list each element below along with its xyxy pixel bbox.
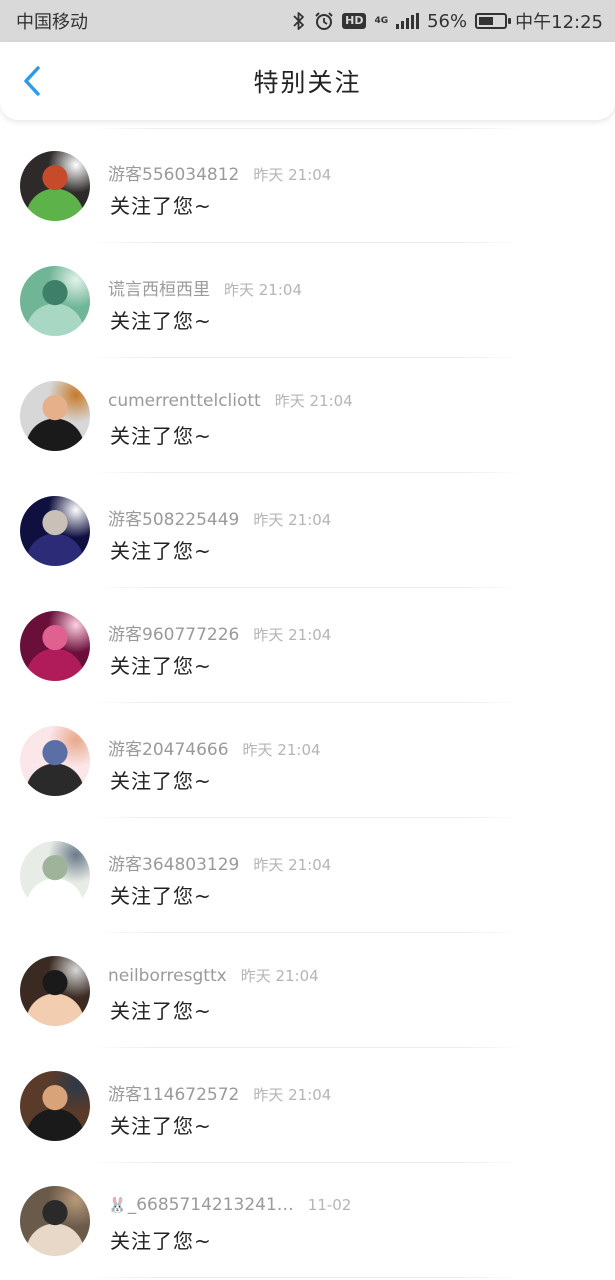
item-meta: 游客20474666 昨天 21:04	[108, 735, 321, 760]
username: 游客508225449	[108, 505, 239, 530]
message-text: 关注了您~	[110, 424, 212, 448]
battery-level-fill	[479, 17, 493, 25]
avatar[interactable]	[20, 1186, 90, 1256]
list-item[interactable]: 游客508225449 昨天 21:04 关注了您~	[0, 473, 615, 588]
username-text: 游客20474666	[108, 740, 229, 760]
status-icons: HD 4G 56% 中午12:25	[292, 8, 603, 34]
back-button[interactable]	[18, 66, 48, 96]
item-meta: 游客508225449 昨天 21:04	[108, 505, 331, 530]
avatar[interactable]	[20, 1071, 90, 1141]
chevron-left-icon	[24, 66, 40, 96]
avatar[interactable]	[20, 611, 90, 681]
list-item[interactable]: 游客960777226 昨天 21:04 关注了您~	[0, 588, 615, 703]
username-text: cumerrenttelcliott	[108, 391, 261, 411]
item-meta: neilborresgttx 昨天 21:04	[108, 965, 319, 986]
username: 游客20474666	[108, 735, 229, 760]
message-text: 关注了您~	[110, 999, 212, 1023]
timestamp: 昨天 21:04	[224, 281, 302, 299]
timestamp: 昨天 21:04	[253, 626, 332, 644]
follower-list: 游客556034812 昨天 21:04 关注了您~ 谎言西桓西里 昨天 21:04 关注…	[0, 128, 615, 1278]
list-item[interactable]: cumerrenttelcliott 昨天 21:04 关注了您~	[0, 358, 615, 473]
username-text: 游客508225449	[108, 510, 240, 530]
list-item[interactable]: 游客20474666 昨天 21:04 关注了您~	[0, 703, 615, 818]
bluetooth-icon	[292, 11, 306, 31]
item-meta: 游客960777226 昨天 21:04	[108, 620, 331, 645]
username-text: 游客556034812	[108, 165, 240, 185]
timestamp: 昨天 21:04	[242, 741, 321, 759]
avatar[interactable]	[20, 841, 90, 911]
username: 谎言西桓西里	[108, 275, 210, 300]
username: neilborresgttx	[108, 966, 227, 986]
network-type-label: 4G	[374, 15, 389, 26]
item-meta: 谎言西桓西里 昨天 21:04	[108, 275, 302, 300]
timestamp: 昨天 21:04	[253, 1086, 332, 1104]
username-text: 游客364803129	[108, 855, 240, 875]
hd-badge: HD	[342, 13, 367, 29]
item-meta: 游客364803129 昨天 21:04	[108, 850, 331, 875]
avatar[interactable]	[20, 151, 90, 221]
username-text: 谎言西桓西里	[108, 280, 210, 300]
list-item[interactable]: 游客114672572 昨天 21:04 关注了您~	[0, 1048, 615, 1163]
username: 游客960777226	[108, 620, 239, 645]
status-bar: 中国移动 HD 4G 56% 中午12:25	[0, 0, 615, 42]
username-text: neilborresgttx	[108, 966, 227, 986]
alarm-clock-icon	[314, 11, 334, 31]
timestamp: 昨天 21:04	[253, 511, 332, 529]
rabbit-emoji-icon: 🐰	[108, 1196, 127, 1214]
message-text: 关注了您~	[110, 1229, 212, 1253]
message-text: 关注了您~	[110, 309, 212, 333]
message-text: 关注了您~	[110, 1114, 212, 1138]
list-item[interactable]: 谎言西桓西里 昨天 21:04 关注了您~	[0, 243, 615, 358]
item-meta: cumerrenttelcliott 昨天 21:04	[108, 390, 353, 411]
username: 游客114672572	[108, 1080, 239, 1105]
item-meta: 游客556034812 昨天 21:04	[108, 160, 331, 185]
username: 游客364803129	[108, 850, 239, 875]
signal-strength-icon	[396, 13, 420, 29]
avatar[interactable]	[20, 266, 90, 336]
message-text: 关注了您~	[110, 539, 212, 563]
username: 🐰_6685714213241…	[108, 1195, 294, 1215]
clock-label: 中午12:25	[515, 12, 603, 33]
message-text: 关注了您~	[110, 194, 212, 218]
message-text: 关注了您~	[110, 654, 212, 678]
avatar[interactable]	[20, 956, 90, 1026]
timestamp: 昨天 21:04	[253, 166, 332, 184]
nav-header: 特别关注	[0, 42, 615, 120]
username: cumerrenttelcliott	[108, 391, 261, 411]
avatar[interactable]	[20, 496, 90, 566]
list-item[interactable]: neilborresgttx 昨天 21:04 关注了您~	[0, 933, 615, 1048]
battery-percent-label: 56%	[427, 10, 468, 32]
carrier-label: 中国移动	[16, 12, 88, 33]
list-item[interactable]: 游客364803129 昨天 21:04 关注了您~	[0, 818, 615, 933]
avatar[interactable]	[20, 726, 90, 796]
item-meta: 游客114672572 昨天 21:04	[108, 1080, 331, 1105]
timestamp: 昨天 21:04	[240, 967, 319, 985]
username: 游客556034812	[108, 160, 239, 185]
message-text: 关注了您~	[110, 884, 212, 908]
timestamp: 昨天 21:04	[253, 856, 332, 874]
username-text: _6685714213241…	[127, 1195, 294, 1215]
avatar[interactable]	[20, 381, 90, 451]
username-text: 游客114672572	[108, 1085, 240, 1105]
list-item[interactable]: 游客556034812 昨天 21:04 关注了您~	[0, 128, 615, 243]
timestamp: 昨天 21:04	[274, 392, 353, 410]
timestamp: 11-02	[307, 1196, 352, 1214]
page-title: 特别关注	[253, 68, 362, 97]
battery-icon	[475, 13, 512, 29]
item-meta: 🐰_6685714213241… 11-02	[108, 1195, 351, 1215]
message-text: 关注了您~	[110, 769, 212, 793]
username-text: 游客960777226	[108, 625, 240, 645]
list-item[interactable]: 🐰_6685714213241… 11-02 关注了您~	[0, 1163, 615, 1278]
